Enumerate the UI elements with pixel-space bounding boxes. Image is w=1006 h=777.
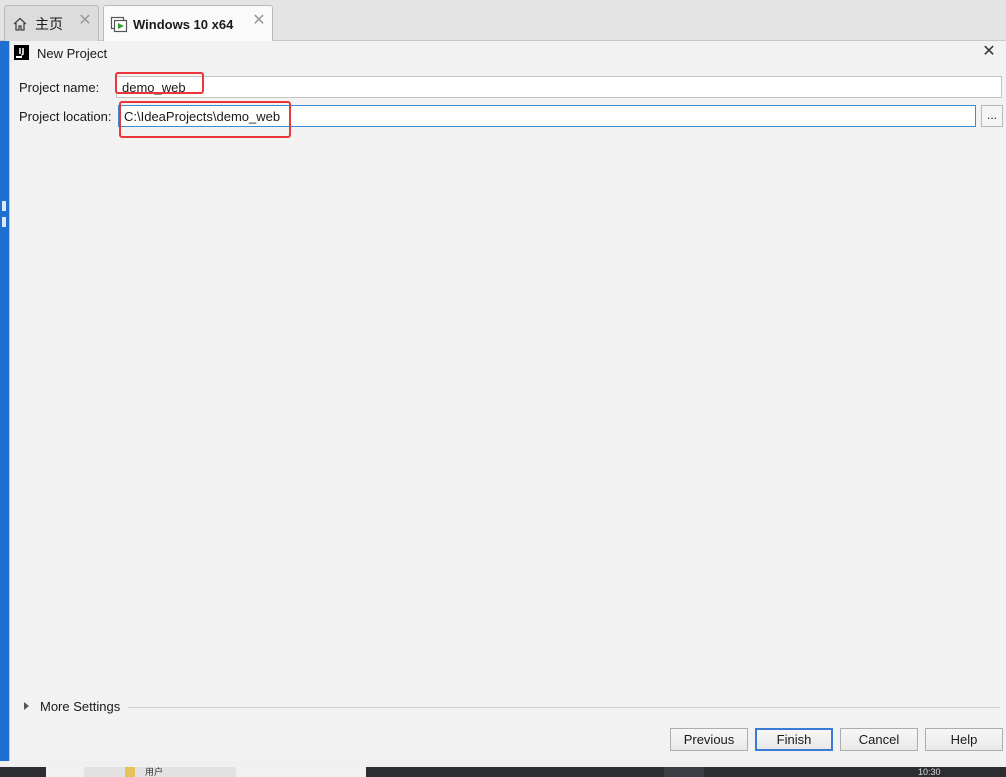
taskbar-item-label: 用户 <box>145 767 164 777</box>
more-settings-label: More Settings <box>40 698 121 714</box>
project-name-label: Project name: <box>19 80 100 95</box>
taskbar-app-icon[interactable] <box>664 767 704 777</box>
desktop-background <box>0 41 9 761</box>
close-icon[interactable]: ✕ <box>980 43 998 61</box>
tab-windows-vm[interactable]: Windows 10 x64 ✕ <box>103 5 273 42</box>
vm-tab-strip: 主页 ✕ Windows 10 x64 ✕ <box>0 0 1006 42</box>
vm-console-icon <box>110 15 128 33</box>
help-button[interactable]: Help <box>925 728 1003 751</box>
tab-home-label: 主页 <box>35 15 63 32</box>
tab-windows-vm-label: Windows 10 x64 <box>133 16 234 32</box>
project-location-label: Project location: <box>19 109 112 124</box>
close-icon[interactable]: ✕ <box>252 13 266 29</box>
finish-button[interactable]: Finish <box>755 728 833 751</box>
chevron-right-icon <box>24 702 29 710</box>
more-settings-toggle[interactable]: More Settings <box>24 698 120 714</box>
close-icon[interactable]: ✕ <box>78 13 92 29</box>
desktop-icon-fragment <box>2 217 6 227</box>
new-project-dialog: IJ New Project ✕ Project name: Project l… <box>9 41 1006 761</box>
project-location-field[interactable] <box>118 105 976 127</box>
browse-button[interactable]: ... <box>981 105 1003 127</box>
intellij-idea-icon: IJ <box>14 45 29 60</box>
divider <box>128 707 1000 708</box>
windows-taskbar: 用户 10:30 <box>0 767 1006 777</box>
taskbar-clock: 10:30 <box>918 767 941 777</box>
dialog-title-bar: IJ New Project ✕ <box>10 41 1006 66</box>
cancel-button[interactable]: Cancel <box>840 728 918 751</box>
dialog-title: New Project <box>37 46 108 61</box>
project-name-field[interactable] <box>116 76 1002 98</box>
home-icon <box>11 15 29 33</box>
folder-icon <box>125 767 135 777</box>
desktop-icon-fragment <box>2 201 6 211</box>
previous-button[interactable]: Previous <box>670 728 748 751</box>
tab-home[interactable]: 主页 ✕ <box>4 5 99 41</box>
